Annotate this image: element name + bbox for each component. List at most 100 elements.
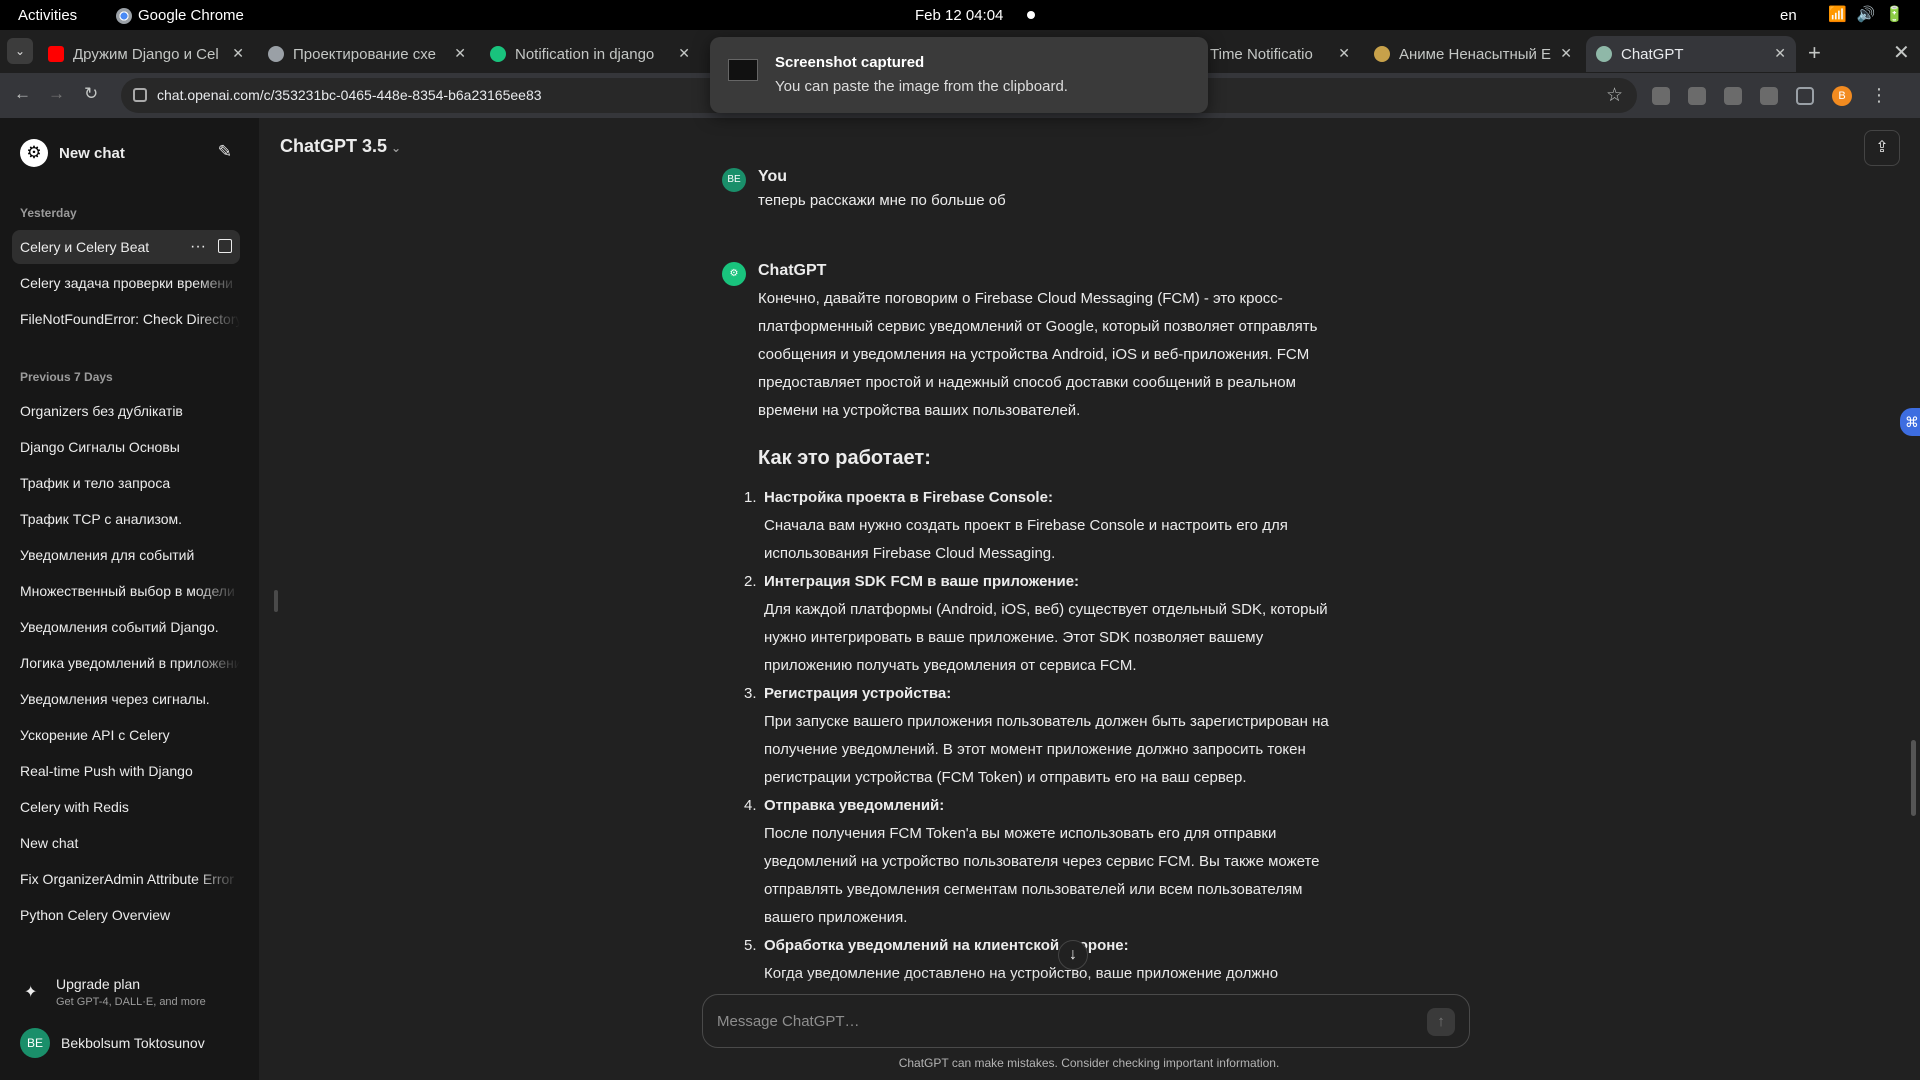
step-body: После получения FCM Token'а вы можете ис… bbox=[764, 825, 1277, 842]
step-body: получение уведомлений. В этот момент при… bbox=[764, 741, 1306, 758]
steps-list: 1. Настройка проекта в Firebase Console:… bbox=[744, 484, 1384, 988]
app-menu[interactable]: Google Chrome bbox=[116, 7, 244, 24]
new-chat-label: New chat bbox=[59, 144, 125, 162]
close-tab-icon[interactable]: ✕ bbox=[454, 45, 466, 62]
step-body: отправлять уведомления сегментам пользов… bbox=[764, 881, 1303, 898]
chat-item[interactable]: Логика уведомлений в приложении bbox=[12, 646, 240, 680]
section-previous-7-days: Previous 7 Days bbox=[20, 370, 113, 384]
chat-item[interactable]: New chat bbox=[12, 826, 240, 860]
step-number: 3. bbox=[744, 685, 757, 702]
compose-icon[interactable]: ✎ bbox=[218, 142, 232, 162]
chrome-menu-icon[interactable]: ⋮ bbox=[1870, 85, 1888, 106]
more-options-icon[interactable]: ··· bbox=[190, 230, 206, 264]
answer-line: сообщения и уведомления на устройства An… bbox=[758, 346, 1310, 363]
notification-dot bbox=[1027, 11, 1035, 19]
step-body: регистрации устройства (FCM Token) и отп… bbox=[764, 769, 1247, 786]
extension-icon[interactable] bbox=[1688, 86, 1706, 105]
sidebar: ⚙ New chat ✎ Yesterday Celery и Celery B… bbox=[0, 118, 259, 1080]
list-item: 1. Настройка проекта в Firebase Console:… bbox=[744, 484, 1384, 568]
message-input[interactable] bbox=[717, 1010, 1397, 1032]
upgrade-subtitle: Get GPT-4, DALL·E, and more bbox=[56, 996, 206, 1008]
back-button[interactable]: ← bbox=[14, 84, 31, 104]
chat-item[interactable]: Уведомления событий Django. bbox=[12, 610, 240, 644]
puzzle-icon[interactable] bbox=[1760, 86, 1778, 105]
chat-item[interactable]: Уведомления для событий bbox=[12, 538, 240, 572]
answer-line: Конечно, давайте поговорим о Firebase Cl… bbox=[758, 290, 1283, 307]
battery-icon: 🔋 bbox=[1885, 6, 1905, 23]
bookmark-star-icon[interactable]: ☆ bbox=[1606, 84, 1623, 107]
keyboard-layout[interactable]: en bbox=[1780, 7, 1797, 24]
system-top-bar: Activities Google Chrome Feb 12 04:04 en… bbox=[0, 0, 1920, 30]
upgrade-plan-button[interactable]: ✦ Upgrade plan Get GPT-4, DALL·E, and mo… bbox=[20, 974, 240, 1014]
notification-title: Screenshot captured bbox=[775, 54, 925, 71]
chatgpt-icon bbox=[1596, 46, 1612, 62]
screenshot-notification[interactable]: Screenshot captured You can paste the im… bbox=[710, 37, 1208, 113]
chat-item[interactable]: Ускорение API с Celery bbox=[12, 718, 240, 752]
window-close-button[interactable]: ✕ bbox=[1893, 40, 1910, 65]
step-body: Сначала вам нужно создать проект в Fireb… bbox=[764, 517, 1288, 534]
notification-message: You can paste the image from the clipboa… bbox=[775, 78, 1068, 95]
chat-item[interactable]: Celery задача проверки времени bbox=[12, 266, 240, 300]
archive-icon[interactable] bbox=[218, 239, 232, 253]
forward-button[interactable]: → bbox=[48, 84, 65, 104]
reload-button[interactable]: ↻ bbox=[84, 84, 98, 104]
model-selector[interactable]: ChatGPT 3.5 ⌄ bbox=[280, 136, 401, 157]
answer-heading: Как это работает: bbox=[758, 447, 931, 469]
close-tab-icon[interactable]: ✕ bbox=[1774, 45, 1786, 62]
tab-3[interactable]: Time Notificatio ✕ bbox=[1200, 36, 1360, 72]
new-chat-button[interactable]: ⚙ New chat ✎ bbox=[12, 134, 240, 172]
floating-extension-icon[interactable]: ⌘ bbox=[1900, 408, 1920, 436]
user-avatar: BE bbox=[722, 168, 746, 192]
chatgpt-icon bbox=[490, 46, 506, 62]
section-yesterday: Yesterday bbox=[20, 206, 77, 220]
clock[interactable]: Feb 12 04:04 bbox=[915, 7, 1003, 24]
chat-item[interactable]: Множественный выбор в модели bbox=[12, 574, 240, 608]
list-item: 3. Регистрация устройства: При запуске в… bbox=[744, 680, 1384, 792]
chat-item[interactable]: Уведомления через сигналы. bbox=[12, 682, 240, 716]
sidebar-resize-handle[interactable] bbox=[274, 590, 278, 612]
chat-item[interactable]: Трафик и тело запроса bbox=[12, 466, 240, 500]
tab-1[interactable]: Проектирование схе ✕ bbox=[258, 36, 476, 72]
send-button[interactable]: ↑ bbox=[1427, 1008, 1455, 1036]
model-name: ChatGPT 3.5 bbox=[280, 136, 388, 156]
chat-item[interactable]: Fix OrganizerAdmin Attribute Error bbox=[12, 862, 240, 896]
close-tab-icon[interactable]: ✕ bbox=[232, 45, 244, 62]
tab-0[interactable]: Дружим Django и Cel ✕ bbox=[38, 36, 254, 72]
chat-item[interactable]: Celery with Redis bbox=[12, 790, 240, 824]
globe-icon bbox=[268, 46, 284, 62]
tab-2[interactable]: Notification in django ✕ bbox=[480, 36, 700, 72]
chat-item[interactable]: Django Сигналы Основы bbox=[12, 430, 240, 464]
tab-search-button[interactable]: ⌄ bbox=[7, 38, 33, 64]
tab-title: Аниме Ненасытный Е bbox=[1399, 45, 1552, 63]
tab-5-active[interactable]: ChatGPT ✕ bbox=[1586, 36, 1796, 72]
scroll-to-bottom-button[interactable]: ↓ bbox=[1058, 940, 1088, 970]
avatar: BE bbox=[20, 1028, 50, 1058]
close-tab-icon[interactable]: ✕ bbox=[678, 45, 690, 62]
system-tray[interactable]: 📶 🔊 🔋 bbox=[1828, 5, 1904, 23]
activities-button[interactable]: Activities bbox=[18, 7, 77, 24]
youtube-icon bbox=[48, 46, 64, 62]
bot-author: ChatGPT bbox=[758, 262, 827, 279]
tab-title: Time Notificatio bbox=[1210, 45, 1313, 63]
chat-item[interactable]: Python Celery Overview bbox=[12, 898, 240, 932]
new-tab-button[interactable]: + bbox=[1808, 40, 1821, 66]
step-title: Настройка проекта в Firebase Console: bbox=[764, 489, 1053, 506]
chat-item[interactable]: Organizers без дублікатів bbox=[12, 394, 240, 428]
chat-item-label: Celery и Celery Beat bbox=[20, 239, 150, 255]
extension-icon[interactable] bbox=[1652, 86, 1670, 105]
chat-item[interactable]: FileNotFoundError: Check Directory bbox=[12, 302, 240, 336]
share-button[interactable]: ⇪ bbox=[1864, 130, 1900, 166]
tab-title: Дружим Django и Cel bbox=[73, 45, 219, 63]
tab-4[interactable]: Аниме Ненасытный Е ✕ bbox=[1364, 36, 1582, 72]
shield-icon[interactable] bbox=[1724, 86, 1742, 105]
scrollbar[interactable] bbox=[1911, 740, 1916, 816]
close-tab-icon[interactable]: ✕ bbox=[1338, 45, 1350, 62]
close-tab-icon[interactable]: ✕ bbox=[1560, 45, 1572, 62]
user-menu[interactable]: BE Bekbolsum Toktosunov bbox=[20, 1028, 205, 1058]
chat-item-active[interactable]: Celery и Celery Beat ··· bbox=[12, 230, 240, 264]
chat-item[interactable]: Трафик TCP с анализом. bbox=[12, 502, 240, 536]
site-info-icon[interactable] bbox=[133, 88, 147, 102]
side-panel-icon[interactable] bbox=[1796, 86, 1814, 105]
profile-avatar[interactable]: B bbox=[1832, 85, 1852, 106]
chat-item[interactable]: Real-time Push with Django bbox=[12, 754, 240, 788]
